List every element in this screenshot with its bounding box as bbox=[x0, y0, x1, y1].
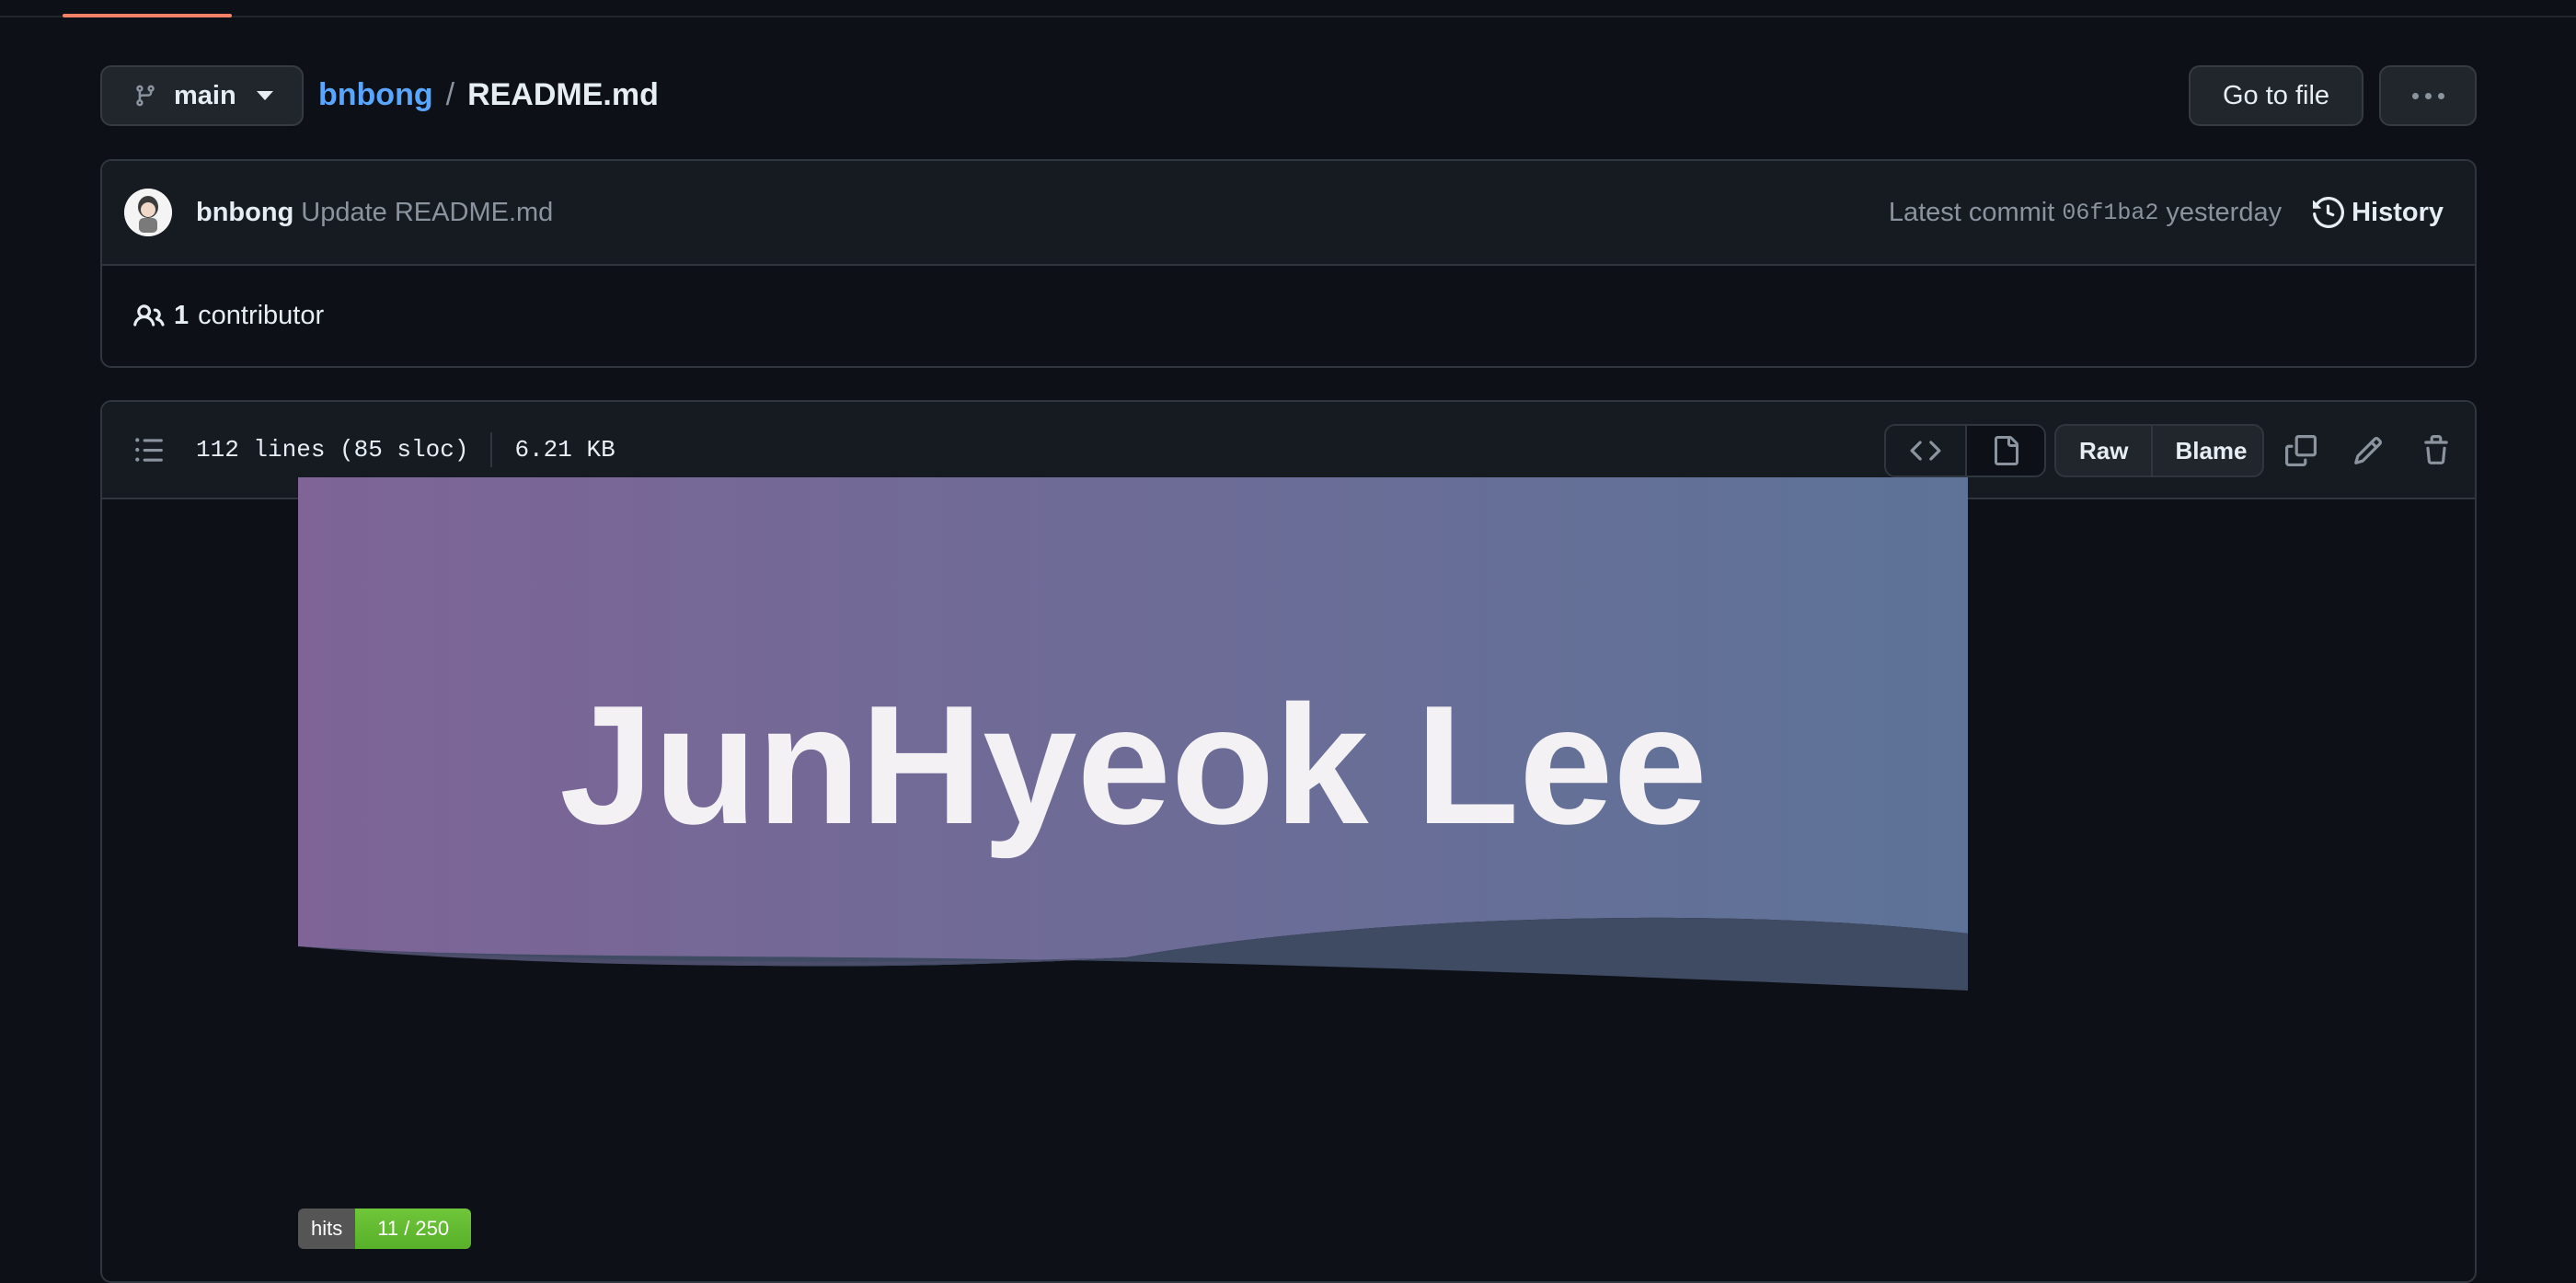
contributor-label: contributor bbox=[198, 301, 325, 330]
history-link[interactable]: History bbox=[2313, 197, 2444, 228]
commit-message[interactable]: Update README.md bbox=[301, 198, 553, 228]
history-icon bbox=[2313, 197, 2345, 228]
code-icon bbox=[1910, 441, 1941, 461]
copy-icon bbox=[2285, 435, 2317, 466]
view-toggle bbox=[1884, 424, 2046, 477]
branch-selector-button[interactable]: main bbox=[100, 65, 304, 126]
chevron-down-icon bbox=[256, 91, 273, 100]
meta-divider bbox=[490, 432, 493, 467]
people-icon bbox=[133, 304, 165, 326]
banner-title: JunHyeok Lee bbox=[559, 670, 1708, 859]
commit-time: yesterday bbox=[2166, 197, 2283, 227]
pencil-icon bbox=[2354, 436, 2383, 464]
table-of-contents-icon[interactable] bbox=[133, 434, 165, 465]
commit-meta: Latest commit 06f1ba2 yesterday History bbox=[1889, 197, 2444, 228]
edit-button[interactable] bbox=[2350, 432, 2386, 469]
latest-commit-box: bnbong Update README.md Latest commit 06… bbox=[100, 159, 2477, 368]
file-line-count: 112 lines (85 sloc) bbox=[196, 436, 469, 464]
avatar[interactable] bbox=[124, 189, 172, 236]
readme-banner-image: JunHyeok Lee bbox=[298, 477, 1968, 991]
hits-badge-label: hits bbox=[298, 1209, 356, 1249]
breadcrumb: bnbong / README.md bbox=[318, 74, 659, 116]
contributor-count: 1 bbox=[174, 301, 190, 330]
go-to-file-button[interactable]: Go to file bbox=[2189, 65, 2363, 126]
kebab-horizontal-icon bbox=[2411, 92, 2444, 99]
active-tab-indicator bbox=[63, 14, 232, 17]
top-nav-border bbox=[0, 16, 2576, 17]
commit-sha-link[interactable]: 06f1ba2 bbox=[2062, 200, 2158, 226]
latest-commit-label: Latest commit bbox=[1888, 197, 2055, 227]
file-icon bbox=[1995, 436, 2018, 465]
commit-author[interactable]: bnbong bbox=[196, 198, 293, 228]
hits-badge-value: 11 / 250 bbox=[355, 1209, 472, 1249]
contributors-row[interactable]: 1 contributor bbox=[102, 266, 2475, 366]
branch-name: main bbox=[174, 80, 236, 110]
history-label: History bbox=[2352, 197, 2444, 227]
source-view-button[interactable] bbox=[1886, 426, 1965, 475]
rendered-view-button[interactable] bbox=[1965, 426, 2044, 475]
more-options-button[interactable] bbox=[2379, 65, 2477, 126]
delete-button[interactable] bbox=[2418, 432, 2455, 469]
file-meta: 112 lines (85 sloc) 6.21 KB bbox=[196, 432, 615, 467]
raw-label: Raw bbox=[2079, 436, 2129, 464]
file-size: 6.21 KB bbox=[514, 436, 615, 464]
copy-button[interactable] bbox=[2283, 432, 2319, 469]
raw-button[interactable]: Raw bbox=[2056, 426, 2151, 475]
trash-icon bbox=[2424, 435, 2448, 464]
blame-button[interactable]: Blame bbox=[2151, 426, 2262, 475]
breadcrumb-repo-link[interactable]: bnbong bbox=[318, 77, 433, 113]
blame-label: Blame bbox=[2175, 436, 2248, 464]
breadcrumb-file-name: README.md bbox=[467, 76, 659, 112]
breadcrumb-separator: / bbox=[445, 76, 455, 112]
hits-badge[interactable]: hits 11 / 250 bbox=[298, 1209, 472, 1249]
git-branch-icon bbox=[136, 85, 155, 107]
commit-header: bnbong Update README.md Latest commit 06… bbox=[102, 161, 2475, 266]
file-viewer: 112 lines (85 sloc) 6.21 KB Raw Blame Ju… bbox=[100, 400, 2477, 1283]
raw-blame-group: Raw Blame bbox=[2054, 424, 2264, 477]
